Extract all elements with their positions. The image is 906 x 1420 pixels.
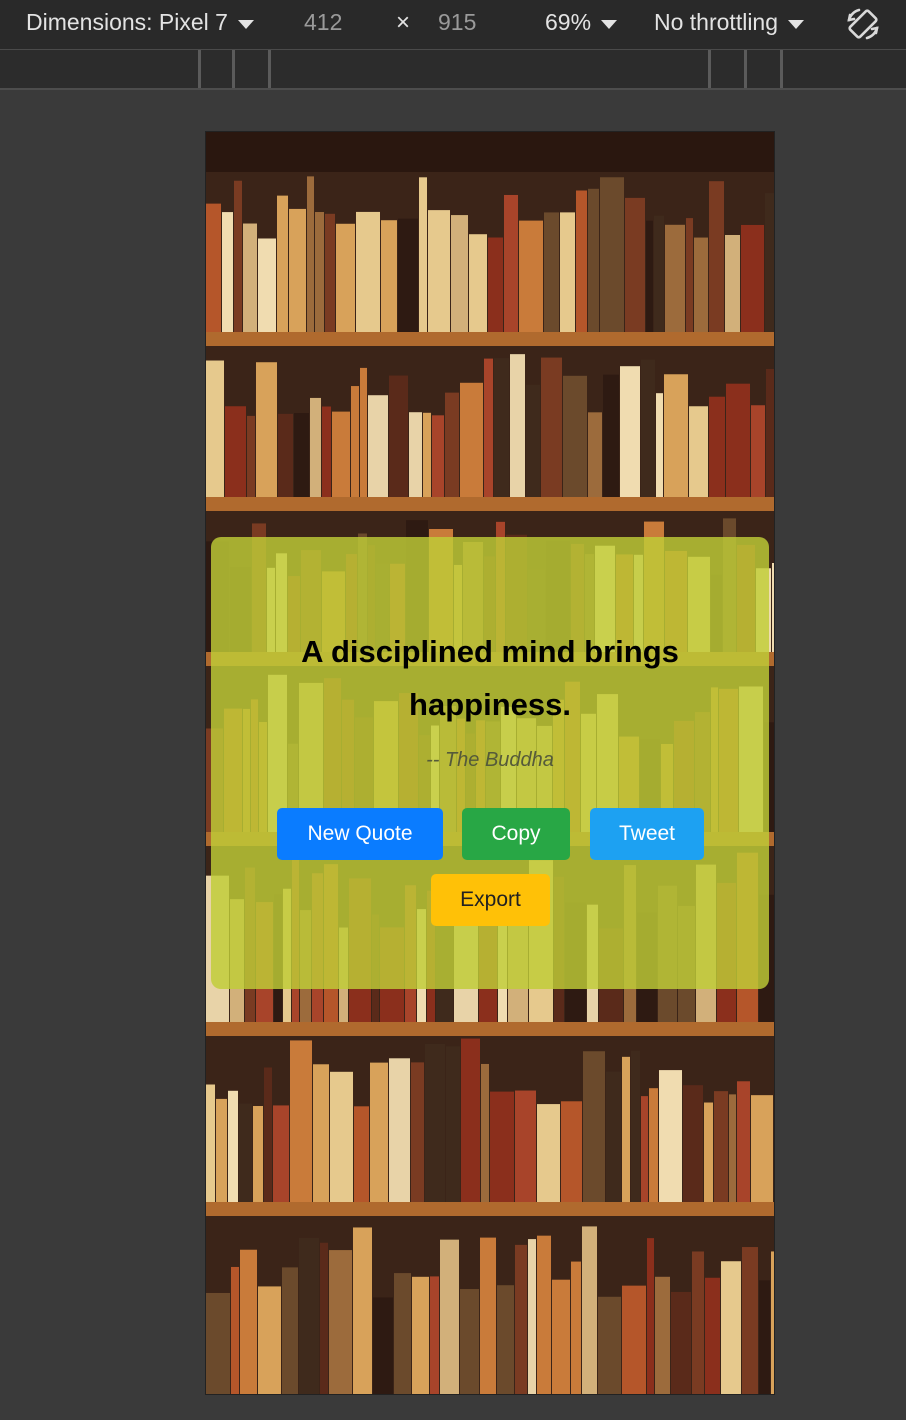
zoom-selector[interactable]: 69% xyxy=(545,9,618,36)
export-button[interactable]: Export xyxy=(431,874,550,926)
ruler-tick xyxy=(708,50,711,88)
chevron-down-icon xyxy=(601,19,618,29)
throttling-selector[interactable]: No throttling xyxy=(654,9,805,36)
new-quote-button[interactable]: New Quote xyxy=(277,808,443,860)
copy-button[interactable]: Copy xyxy=(462,808,570,860)
ruler-tick xyxy=(232,50,235,88)
device-selector-label: Dimensions: Pixel 7 xyxy=(26,9,228,35)
ruler-tick xyxy=(780,50,783,88)
ruler-tick xyxy=(744,50,747,88)
zoom-label: 69% xyxy=(545,9,592,35)
device-toolbar: Dimensions: Pixel 7 412 × 915 69% No thr… xyxy=(0,0,906,50)
ruler-tick xyxy=(268,50,271,88)
height-input[interactable]: 915 xyxy=(438,9,476,36)
media-query-bar xyxy=(0,50,906,90)
chevron-down-icon xyxy=(788,19,805,29)
ruler-tick xyxy=(198,50,201,88)
device-selector[interactable]: Dimensions: Pixel 7 xyxy=(26,9,254,36)
rotate-icon[interactable] xyxy=(845,6,881,42)
throttling-label: No throttling xyxy=(654,9,779,35)
device-viewport: A disciplined mind brings happiness. -- … xyxy=(206,132,774,1394)
times-icon: × xyxy=(396,9,411,36)
chevron-down-icon xyxy=(237,19,254,29)
tweet-button[interactable]: Tweet xyxy=(590,808,704,860)
quote-card: A disciplined mind brings happiness. -- … xyxy=(211,537,769,989)
quote-author: -- The Buddha xyxy=(426,749,554,771)
quote-text: A disciplined mind brings happiness. xyxy=(301,634,679,722)
width-input[interactable]: 412 xyxy=(304,9,342,36)
